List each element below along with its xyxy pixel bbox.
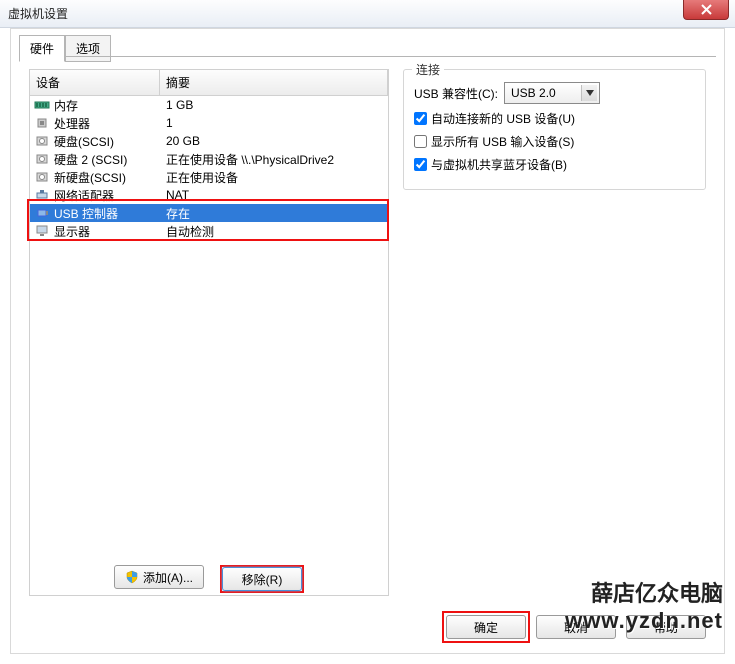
col-header-summary[interactable]: 摘要 bbox=[160, 70, 388, 95]
window-title: 虚拟机设置 bbox=[8, 5, 68, 22]
device-summary: 自动检测 bbox=[164, 223, 388, 240]
device-name: 网络适配器 bbox=[54, 187, 164, 204]
memory-icon bbox=[34, 98, 50, 112]
device-name: 内存 bbox=[54, 97, 164, 114]
add-button[interactable]: 添加(A)... bbox=[114, 565, 204, 589]
checkbox-icon bbox=[414, 158, 427, 171]
group-title: 连接 bbox=[412, 61, 444, 78]
usb-icon bbox=[34, 206, 50, 220]
hdd-icon bbox=[34, 170, 50, 184]
device-name: 硬盘(SCSI) bbox=[54, 133, 164, 150]
watermark-text: 薛店亿众电脑 bbox=[591, 576, 723, 608]
device-name: 处理器 bbox=[54, 115, 164, 132]
hardware-row[interactable]: 网络适配器NAT bbox=[30, 186, 388, 204]
add-button-label: 添加(A)... bbox=[143, 569, 193, 586]
hardware-row[interactable]: 硬盘 2 (SCSI)正在使用设备 \\.\PhysicalDrive2 bbox=[30, 150, 388, 168]
auto-connect-checkbox[interactable]: 自动连接新的 USB 设备(U) bbox=[414, 110, 695, 127]
device-summary: 1 bbox=[164, 116, 388, 130]
checkbox-icon bbox=[414, 112, 427, 125]
close-button[interactable] bbox=[683, 0, 729, 20]
hardware-row[interactable]: USB 控制器存在 bbox=[30, 204, 388, 222]
hdd-icon bbox=[34, 152, 50, 166]
display-icon bbox=[34, 224, 50, 238]
hardware-list[interactable]: 内存1 GB处理器1硬盘(SCSI)20 GB硬盘 2 (SCSI)正在使用设备… bbox=[29, 96, 389, 596]
hardware-row[interactable]: 内存1 GB bbox=[30, 96, 388, 114]
show-all-checkbox[interactable]: 显示所有 USB 输入设备(S) bbox=[414, 133, 695, 150]
device-summary: 1 GB bbox=[164, 98, 388, 112]
tab-bar: 硬件 选项 bbox=[19, 35, 111, 62]
remove-button-label: 移除(R) bbox=[242, 571, 283, 588]
checkbox-icon bbox=[414, 135, 427, 148]
col-header-device[interactable]: 设备 bbox=[30, 70, 160, 95]
list-button-bar: 添加(A)... 移除(R) bbox=[29, 565, 389, 593]
usb-compat-select[interactable]: USB 2.0 bbox=[504, 82, 600, 104]
ok-button[interactable]: 确定 bbox=[446, 615, 526, 639]
device-name: 显示器 bbox=[54, 223, 164, 240]
device-summary: 存在 bbox=[164, 205, 388, 222]
device-name: 新硬盘(SCSI) bbox=[54, 169, 164, 186]
device-summary: 正在使用设备 bbox=[164, 169, 388, 186]
hardware-row[interactable]: 硬盘(SCSI)20 GB bbox=[30, 132, 388, 150]
cpu-icon bbox=[34, 116, 50, 130]
device-name: USB 控制器 bbox=[54, 205, 164, 222]
tab-options[interactable]: 选项 bbox=[65, 35, 111, 62]
connection-group: 连接 USB 兼容性(C): USB 2.0 自动连接新的 USB 设备(U) … bbox=[403, 69, 706, 190]
net-icon bbox=[34, 188, 50, 202]
device-name: 硬盘 2 (SCSI) bbox=[54, 151, 164, 168]
watermark-url: www.yzdn.net bbox=[565, 608, 723, 634]
dialog-content: 硬件 选项 设备 摘要 内存1 GB处理器1硬盘(SCSI)20 GB硬盘 2 … bbox=[10, 28, 725, 654]
hardware-row[interactable]: 处理器1 bbox=[30, 114, 388, 132]
remove-button[interactable]: 移除(R) bbox=[222, 567, 302, 591]
list-header: 设备 摘要 bbox=[29, 69, 389, 96]
device-summary: 正在使用设备 \\.\PhysicalDrive2 bbox=[164, 151, 388, 168]
device-summary: NAT bbox=[164, 188, 388, 202]
hardware-row[interactable]: 新硬盘(SCSI)正在使用设备 bbox=[30, 168, 388, 186]
close-icon bbox=[701, 4, 712, 15]
chevron-down-icon bbox=[581, 85, 597, 101]
hardware-list-panel: 设备 摘要 内存1 GB处理器1硬盘(SCSI)20 GB硬盘 2 (SCSI)… bbox=[29, 69, 389, 597]
device-settings-panel: 连接 USB 兼容性(C): USB 2.0 自动连接新的 USB 设备(U) … bbox=[403, 69, 706, 190]
hdd-icon bbox=[34, 134, 50, 148]
tab-hardware[interactable]: 硬件 bbox=[19, 35, 65, 62]
share-bt-checkbox[interactable]: 与虚拟机共享蓝牙设备(B) bbox=[414, 156, 695, 173]
compat-label: USB 兼容性(C): bbox=[414, 85, 498, 102]
device-summary: 20 GB bbox=[164, 134, 388, 148]
titlebar: 虚拟机设置 bbox=[0, 0, 735, 28]
usb-compat-value: USB 2.0 bbox=[511, 86, 556, 100]
shield-icon bbox=[125, 570, 139, 584]
hardware-row[interactable]: 显示器自动检测 bbox=[30, 222, 388, 240]
highlight-box-remove: 移除(R) bbox=[220, 565, 304, 593]
